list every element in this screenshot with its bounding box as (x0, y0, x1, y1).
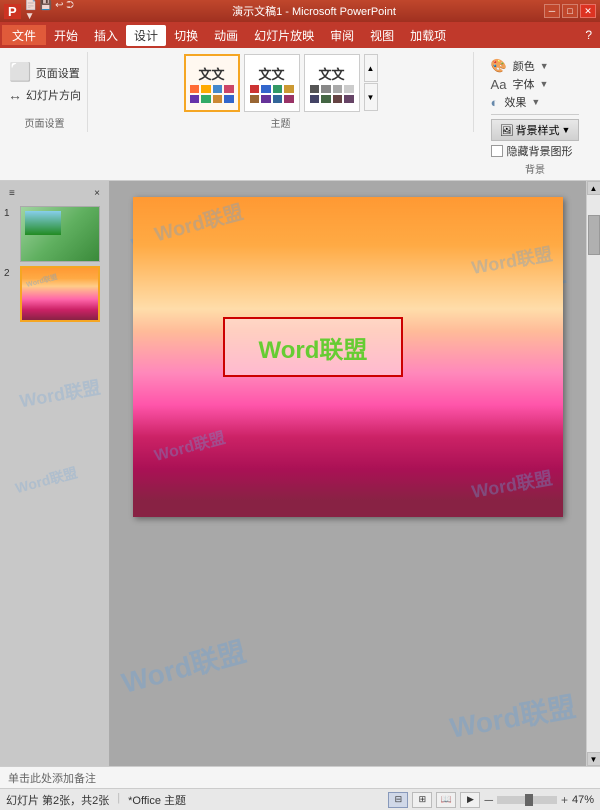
bg-watermark-4: Word联盟 (446, 685, 578, 746)
hide-bg-checkbox[interactable] (491, 145, 503, 157)
menu-view[interactable]: 视图 (362, 25, 402, 46)
themes-scroll-up[interactable]: ▲ (364, 54, 378, 82)
main-area: ≡ × 1 2 Word联盟 Word联盟 Word联盟 (0, 181, 600, 766)
slide-watermark-4: Word联盟 (470, 464, 555, 504)
menu-animations[interactable]: 动画 (206, 25, 246, 46)
background-group-label: 背景 (525, 159, 545, 176)
page-setup-group-label: 页面设置 (25, 113, 65, 130)
maximize-button[interactable]: □ (562, 4, 578, 18)
themes-scroll-down[interactable]: ▼ (364, 83, 378, 111)
menu-bar: 文件 开始 插入 设计 切换 动画 幻灯片放映 审阅 视图 加载项 ? (0, 22, 600, 48)
scroll-track[interactable] (587, 195, 600, 752)
reading-view-btn[interactable]: 📖 (436, 792, 456, 808)
zoom-level: 47% (572, 794, 594, 806)
bg-watermark-3: Word联盟 (117, 630, 250, 702)
help-icon[interactable]: ? (579, 26, 598, 44)
menu-addins[interactable]: 加载项 (402, 25, 454, 46)
scroll-down-btn[interactable]: ▼ (587, 752, 600, 766)
fonts-btn[interactable]: 字体 (512, 76, 534, 92)
menu-file[interactable]: 文件 (2, 25, 46, 45)
zoom-thumb[interactable] (525, 794, 533, 806)
panel-watermark-2: Word联盟 (17, 373, 106, 414)
canvas-area: Word联盟 Word联盟 Word联盟 Word联盟 Word联盟 Word联… (110, 181, 586, 766)
slide-thumb-1[interactable]: 1 (4, 206, 105, 262)
status-bar: 幻灯片 第2张，共2张 | *Office 主题 ⊟ ⊞ 📖 ▶ ─ + 47% (0, 788, 600, 810)
menu-transitions[interactable]: 切换 (166, 25, 206, 46)
slide-textbox[interactable]: Word联盟 (223, 317, 403, 377)
slide-sorter-btn[interactable]: ⊞ (412, 792, 432, 808)
ribbon-group-background: 🎨 颜色 ▼ Aa 字体 ▼ ◐ 效果 ▼ 🖼 背景样式 ▼ (476, 52, 596, 178)
menu-slideshow[interactable]: 幻灯片放映 (246, 25, 322, 46)
menu-home[interactable]: 开始 (46, 25, 86, 46)
slide-image-1[interactable] (20, 206, 100, 262)
effects-btn[interactable]: 效果 (504, 94, 526, 110)
title-bar: P 📄 💾 ↩ ⮊ ▼ 演示文稿1 - Microsoft PowerPoint… (0, 0, 600, 22)
ribbon: ⬜ 页面设置 ↔ 幻灯片方向 页面设置 文文 (0, 48, 600, 181)
colors-btn[interactable]: 颜色 (513, 58, 535, 74)
zoom-slider[interactable] (497, 796, 557, 804)
themes-group-label: 主题 (271, 113, 291, 130)
ribbon-group-page-setup: ⬜ 页面设置 ↔ 幻灯片方向 页面设置 (4, 52, 88, 132)
slide-thumb-2[interactable]: 2 Word联盟 (4, 266, 105, 322)
ribbon-group-themes: 文文 文文 (90, 52, 474, 132)
scroll-up-btn[interactable]: ▲ (587, 181, 600, 195)
panel-watermark-1: Word联盟 (13, 454, 110, 498)
notes-area[interactable]: 单击此处添加备注 (0, 766, 600, 788)
slide-watermark-2: Word联盟 (470, 240, 555, 280)
slide-canvas-bg: Word联盟 Word联盟 Word联盟 Word联盟 Word联盟 (133, 197, 563, 517)
slideshow-btn[interactable]: ▶ (460, 792, 480, 808)
zoom-plus-btn[interactable]: + (561, 793, 568, 807)
vertical-scrollbar: ▲ ▼ (586, 181, 600, 766)
theme-btn-2[interactable]: 文文 (244, 54, 300, 112)
window-title: 演示文稿1 - Microsoft PowerPoint (84, 3, 544, 19)
slide-panel: ≡ × 1 2 Word联盟 Word联盟 Word联盟 (0, 181, 110, 766)
slide-text: Word联盟 (259, 330, 368, 365)
zoom-minus-btn[interactable]: ─ (484, 793, 493, 807)
slide-image-2[interactable]: Word联盟 (20, 266, 100, 322)
slide-num-2: 2 (4, 268, 16, 279)
themes-dropdown: ▲ ▼ (364, 54, 378, 111)
slide-orientation-btn[interactable]: ↔ 幻灯片方向 (8, 87, 81, 103)
menu-insert[interactable]: 插入 (86, 25, 126, 46)
bg-style-btn[interactable]: 🖼 背景样式 ▼ (491, 119, 580, 141)
slide-canvas[interactable]: Word联盟 Word联盟 Word联盟 Word联盟 Word联盟 (133, 197, 563, 517)
bg-style-icon: 🖼 (500, 124, 514, 137)
page-setup-btn[interactable]: ⬜ 页面设置 (9, 62, 79, 83)
slide1-placeholder (25, 211, 61, 235)
normal-view-btn[interactable]: ⊟ (388, 792, 408, 808)
panel-menu-icon[interactable]: ≡ (6, 187, 18, 200)
minimize-button[interactable]: ─ (544, 4, 560, 18)
theme-btn-1[interactable]: 文文 (184, 54, 240, 112)
notes-placeholder: 单击此处添加备注 (8, 770, 96, 786)
slide-watermark-3: Word联盟 (151, 424, 227, 466)
close-button[interactable]: ✕ (580, 4, 596, 18)
theme-name: *Office 主题 (128, 792, 186, 808)
scroll-thumb[interactable] (588, 215, 600, 255)
panel-close-icon[interactable]: × (91, 187, 103, 200)
hide-bg-label: 隐藏背景图形 (507, 143, 573, 159)
menu-design[interactable]: 设计 (126, 25, 166, 46)
menu-review[interactable]: 审阅 (322, 25, 362, 46)
slide-num-1: 1 (4, 208, 16, 219)
slide-panel-toolbar: ≡ × (4, 185, 105, 202)
theme-btn-3[interactable]: 文文 (304, 54, 360, 112)
slide-info: 幻灯片 第2张，共2张 (6, 792, 109, 808)
bg-style-dropdown-icon: ▼ (562, 125, 571, 135)
slide-watermark-1: Word联盟 (151, 197, 246, 247)
hide-bg-row: 隐藏背景图形 (491, 143, 573, 159)
